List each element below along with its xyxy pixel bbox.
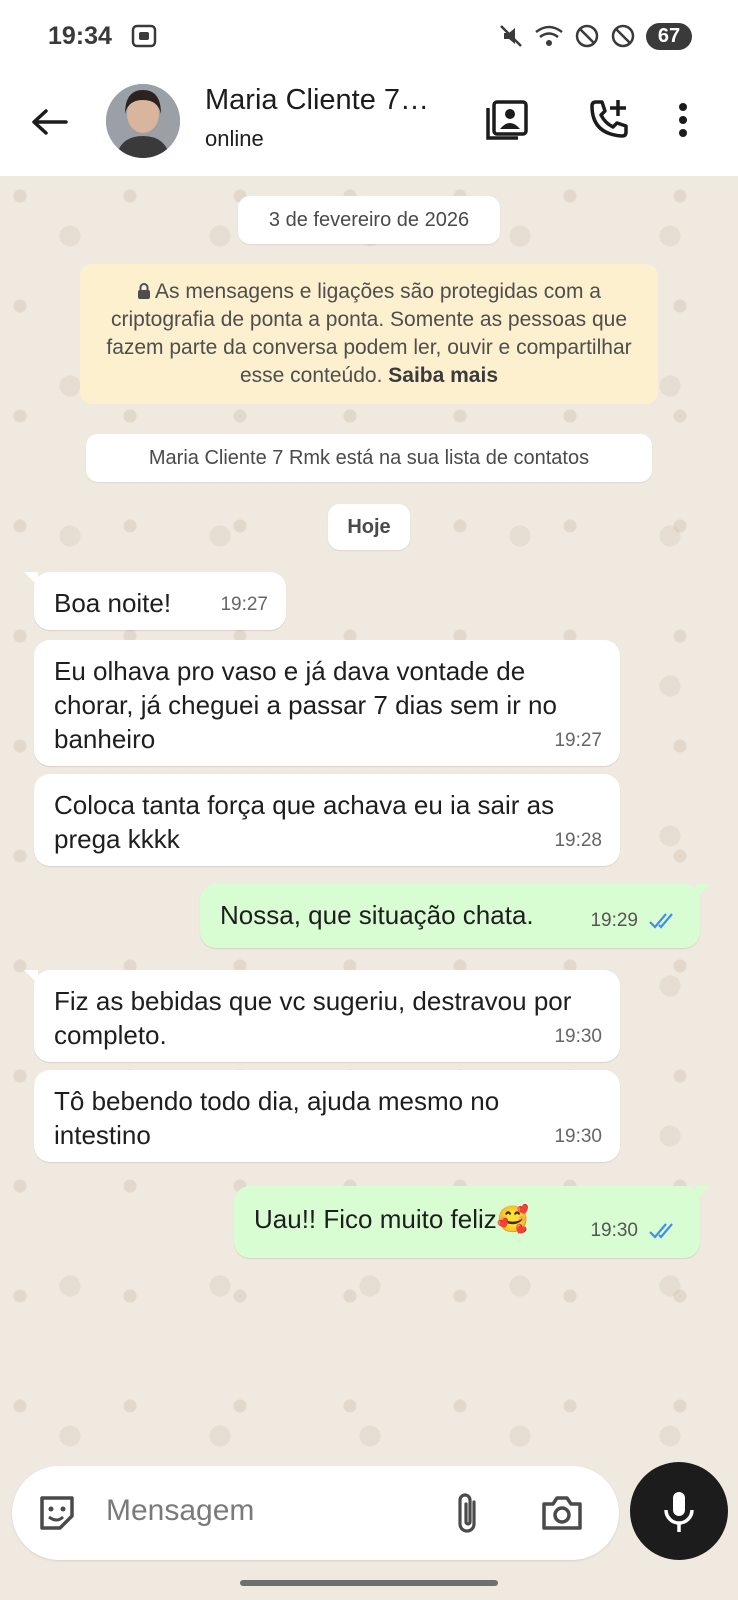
mic-icon [664,1492,694,1532]
message-meta: 19:30 [590,1214,680,1248]
camera-icon[interactable] [540,1492,584,1532]
message-text: Eu olhava pro vaso e já dava vontade de … [54,656,557,754]
mute-icon [500,25,522,47]
incoming-message[interactable]: Tô bebendo todo dia, ajuda mesmo no inte… [34,1070,620,1162]
wifi-icon [535,25,563,46]
bubble-tail [696,884,710,898]
today-pill: Hoje [328,504,410,550]
status-left: 19:34 [48,22,158,51]
bubble-tail [24,572,38,586]
bubble-tail [696,1186,710,1200]
message-text: Fiz as bebidas que vc sugeriu, destravou… [54,986,572,1050]
encryption-notice[interactable]: As mensagens e ligações são protegidas c… [80,264,658,404]
chat-area[interactable]: 3 de fevereiro de 2026 As mensagens e li… [0,176,738,1456]
contact-card-icon[interactable] [484,96,532,144]
message-text: Uau!! Fico muito feliz🥰 [254,1204,530,1234]
message-input[interactable]: Mensagem [106,1494,254,1528]
contact-notice: Maria Cliente 7 Rmk está na sua lista de… [86,434,652,482]
message-time: 19:30 [590,1220,638,1241]
status-bar: 19:34 67 [0,0,738,72]
message-text: Boa noite! [54,588,172,618]
incoming-message[interactable]: Boa noite! 19:27 [24,572,286,630]
blocked-icon [575,24,599,48]
outgoing-message[interactable]: Uau!! Fico muito feliz🥰 19:30 [234,1186,710,1258]
screen-record-icon [131,24,157,48]
contact-name[interactable]: Maria Cliente 7… [205,84,429,117]
message-meta: 19:29 [590,904,680,938]
read-ticks-icon [649,913,673,929]
learn-more-link[interactable]: Saiba mais [388,364,498,387]
read-ticks-icon [649,1223,673,1239]
message-time: 19:29 [590,910,638,931]
incoming-message[interactable]: Coloca tanta força que achava eu ia sair… [34,774,620,866]
message-time: 19:27 [220,594,268,615]
message-time: 19:30 [554,1026,602,1047]
incoming-message[interactable]: Fiz as bebidas que vc sugeriu, destravou… [24,970,620,1062]
message-text: Nossa, que situação chata. [220,900,534,930]
avatar-photo [106,84,180,158]
message-time: 19:27 [554,730,602,751]
message-text: Tô bebendo todo dia, ajuda mesmo no inte… [54,1086,500,1150]
sticker-icon[interactable] [36,1492,78,1534]
incoming-message[interactable]: Eu olhava pro vaso e já dava vontade de … [34,640,620,766]
back-arrow-icon[interactable] [28,100,72,144]
attach-icon[interactable] [452,1490,482,1536]
status-time: 19:34 [48,21,112,50]
battery-indicator: 67 [646,22,692,50]
gesture-nav-bar[interactable] [240,1580,498,1586]
contact-avatar[interactable] [106,84,180,158]
blocked-icon [611,24,635,48]
date-pill: 3 de fevereiro de 2026 [238,196,500,244]
message-time: 19:30 [554,1126,602,1147]
chat-header: Maria Cliente 7… online [0,72,738,176]
encryption-text: As mensagens e ligações são protegidas c… [106,280,632,387]
lock-icon [138,283,151,299]
outgoing-message[interactable]: Nossa, que situação chata. 19:29 [200,884,710,948]
mic-button[interactable] [630,1462,728,1560]
add-call-icon[interactable] [584,96,632,144]
message-text: Coloca tanta força que achava eu ia sair… [54,790,555,854]
more-vert-icon[interactable] [668,96,698,144]
bubble-tail [24,970,38,984]
status-right: 67 [498,22,692,50]
message-time: 19:28 [554,830,602,851]
contact-presence: online [205,126,264,151]
message-composer[interactable]: Mensagem [12,1466,619,1560]
